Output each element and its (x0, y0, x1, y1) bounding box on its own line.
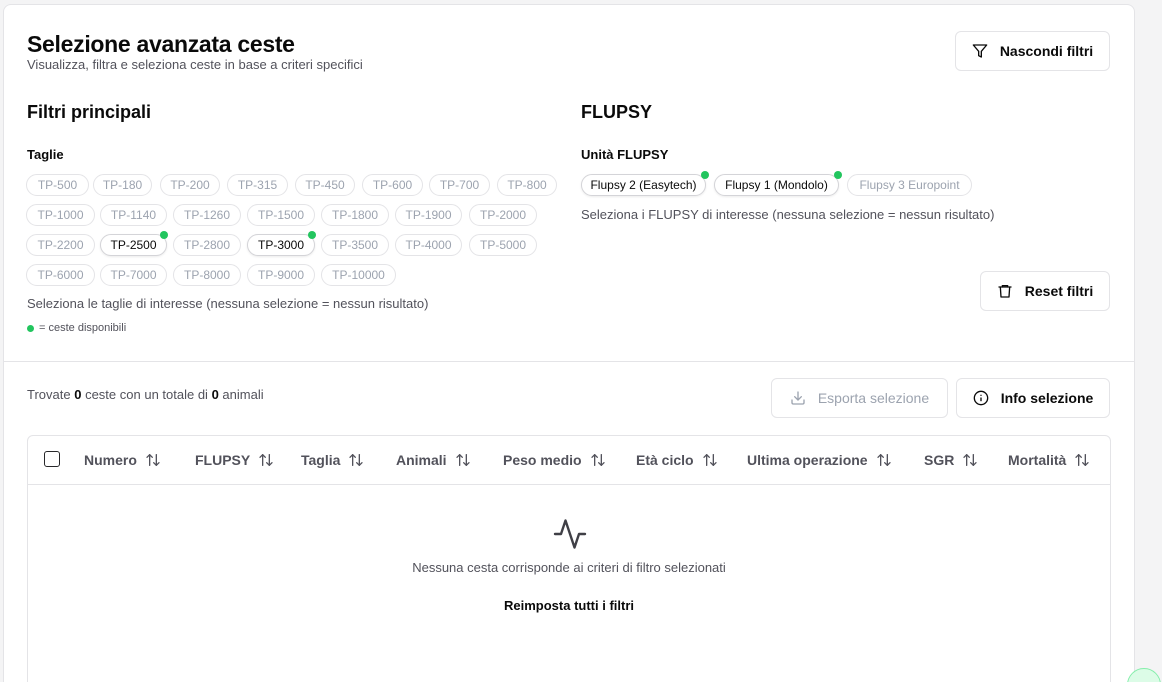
column-header-ultima-operazione[interactable]: Ultima operazione (747, 452, 892, 468)
sizes-help-text: Seleziona le taglie di interesse (nessun… (27, 296, 429, 311)
flupsy-chip-flupsy-1[interactable]: Flupsy 1 (Mondolo) (714, 174, 839, 196)
size-chip-tp-2800[interactable]: TP-2800 (173, 234, 241, 256)
size-chip-tp-2200[interactable]: TP-2200 (26, 234, 95, 256)
size-chip-tp-1260[interactable]: TP-1260 (173, 204, 241, 226)
size-chip-tp-6000[interactable]: TP-6000 (26, 264, 95, 286)
filter-icon (972, 44, 988, 58)
export-selection-label: Esporta selezione (817, 390, 930, 406)
size-chip-tp-700[interactable]: TP-700 (429, 174, 490, 196)
section-divider (4, 361, 1134, 362)
flupsy-help-text: Seleziona i FLUPSY di interesse (nessuna… (581, 207, 995, 222)
main-filters-title: Filtri principali (27, 102, 152, 122)
availability-legend: = ceste disponibili (27, 322, 126, 334)
size-chip-tp-10000[interactable]: TP-10000 (321, 264, 396, 286)
available-dot (308, 231, 316, 239)
sort-icon (702, 454, 717, 466)
size-chip-tp-8000[interactable]: TP-8000 (173, 264, 241, 286)
size-chip-tp-3000[interactable]: TP-3000 (247, 234, 315, 256)
summary-suffix: animali (222, 387, 264, 402)
summary-prefix: Trovate (27, 387, 71, 402)
column-header-eta-ciclo[interactable]: Età ciclo (636, 452, 718, 468)
reset-all-filters-label[interactable]: Reimposta tutti i filtri (504, 598, 634, 613)
baskets-table: Numero FLUPSY Taglia Animali Peso medio … (27, 435, 1111, 682)
animal-count: 0 (211, 387, 219, 402)
column-header-sgr[interactable]: SGR (924, 452, 978, 468)
sort-icon (146, 454, 160, 466)
sort-icon (590, 454, 605, 466)
size-chip-tp-2500[interactable]: TP-2500 (100, 234, 167, 256)
sort-icon (876, 454, 891, 466)
size-chip-tp-1000[interactable]: TP-1000 (26, 204, 95, 226)
column-header-numero[interactable]: Numero (84, 452, 161, 468)
activity-icon (553, 519, 587, 549)
legend-text: = ceste disponibili (39, 322, 127, 334)
size-chip-tp-200[interactable]: TP-200 (160, 174, 220, 196)
column-label: Taglia (301, 452, 341, 468)
column-header-peso-medio[interactable]: Peso medio (503, 452, 606, 468)
available-dot (834, 171, 842, 179)
sizes-label: Taglie (27, 147, 64, 162)
select-all-checkbox[interactable] (44, 451, 60, 467)
selection-info-button[interactable]: Info selezione (956, 378, 1110, 418)
size-chip-tp-5000[interactable]: TP-5000 (469, 234, 537, 256)
column-header-flupsy[interactable]: FLUPSY (195, 452, 274, 468)
table-header: Numero FLUPSY Taglia Animali Peso medio … (28, 436, 1110, 485)
size-chip-tp-600[interactable]: TP-600 (362, 174, 423, 196)
column-header-mortalita[interactable]: Mortalità (1008, 452, 1090, 468)
hide-filters-button[interactable]: Nascondi filtri (955, 31, 1110, 71)
column-label: Età ciclo (636, 452, 694, 468)
trash-icon (998, 285, 1012, 298)
sort-icon (1075, 454, 1090, 466)
export-selection-button[interactable]: Esporta selezione (771, 378, 948, 418)
flupsy-title: FLUPSY (581, 102, 653, 122)
size-chip-tp-450[interactable]: TP-450 (295, 174, 355, 196)
column-label: SGR (924, 452, 955, 468)
empty-state-message: Nessuna cesta corrisponde ai criteri di … (412, 560, 726, 575)
size-chip-tp-9000[interactable]: TP-9000 (247, 264, 315, 286)
flupsy-units-label: Unità FLUPSY (581, 147, 669, 162)
available-dot (27, 324, 34, 332)
column-label: Animali (396, 452, 447, 468)
basket-count: 0 (74, 387, 82, 402)
selection-info-label: Info selezione (1000, 390, 1094, 406)
size-chip-tp-315[interactable]: TP-315 (227, 174, 288, 196)
size-chip-tp-7000[interactable]: TP-7000 (100, 264, 167, 286)
sort-icon (963, 454, 978, 466)
sort-icon (349, 454, 364, 466)
size-chip-tp-1140[interactable]: TP-1140 (100, 204, 167, 226)
size-chip-tp-2000[interactable]: TP-2000 (469, 204, 537, 226)
info-icon (973, 390, 989, 406)
size-chip-tp-800[interactable]: TP-800 (497, 174, 557, 196)
reset-filters-label: Reset filtri (1024, 283, 1094, 299)
column-label: Mortalità (1008, 452, 1067, 468)
summary-middle: ceste con un totale di (85, 387, 208, 402)
column-header-animali[interactable]: Animali (396, 452, 471, 468)
size-chip-tp-500[interactable]: TP-500 (26, 174, 89, 196)
available-dot (701, 171, 709, 179)
size-chip-tp-4000[interactable]: TP-4000 (395, 234, 462, 256)
page-subtitle: Visualizza, filtra e seleziona ceste in … (27, 57, 363, 72)
results-summary: Trovate 0 ceste con un totale di 0 anima… (27, 387, 264, 402)
size-chip-tp-3500[interactable]: TP-3500 (321, 234, 389, 256)
page-title: Selezione avanzata ceste (27, 31, 295, 57)
column-header-taglia[interactable]: Taglia (301, 452, 364, 468)
column-label: FLUPSY (195, 452, 251, 468)
hide-filters-label: Nascondi filtri (999, 43, 1094, 59)
size-chip-tp-1900[interactable]: TP-1900 (395, 204, 462, 226)
sort-icon (259, 454, 273, 466)
basket-selection-card: Selezione avanzata ceste Visualizza, fil… (3, 4, 1135, 682)
size-chip-tp-1500[interactable]: TP-1500 (247, 204, 315, 226)
reset-filters-button[interactable]: Reset filtri (980, 271, 1110, 311)
size-chip-tp-180[interactable]: TP-180 (93, 174, 152, 196)
column-label: Ultima operazione (747, 452, 868, 468)
sort-icon (455, 454, 470, 466)
flupsy-chip-flupsy-3[interactable]: Flupsy 3 Europoint (847, 174, 972, 196)
column-label: Peso medio (503, 452, 582, 468)
column-label: Numero (84, 452, 137, 468)
flupsy-chip-flupsy-2[interactable]: Flupsy 2 (Easytech) (581, 174, 706, 196)
download-icon (791, 391, 805, 405)
size-chip-tp-1800[interactable]: TP-1800 (321, 204, 389, 226)
available-dot (160, 231, 168, 239)
reset-all-filters-link[interactable]: Reimposta tutti i filtri (28, 598, 1110, 613)
